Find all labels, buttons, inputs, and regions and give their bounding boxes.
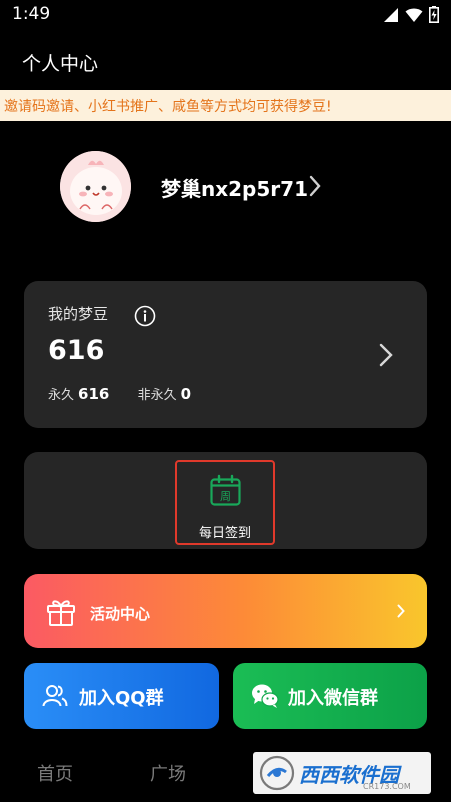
wechat-icon	[252, 684, 279, 708]
info-icon[interactable]	[134, 305, 156, 327]
activity-center-button[interactable]: 活动中心	[24, 574, 427, 648]
join-qq-group-button[interactable]: 加入QQ群	[24, 663, 219, 729]
points-chevron-right-icon[interactable]	[379, 342, 393, 368]
points-label: 我的梦豆	[48, 305, 109, 323]
watermark-site: CR173.COM	[363, 782, 411, 791]
gift-icon	[47, 600, 75, 626]
calendar-icon: 周	[210, 474, 241, 506]
points-breakdown: 永久 616 非永久 0	[48, 384, 191, 403]
page-title: 个人中心	[22, 53, 99, 75]
watermark-mark-icon	[259, 755, 295, 791]
avatar[interactable]	[60, 151, 131, 222]
points-card[interactable]: 我的梦豆 616 永久 616 非永久 0	[24, 281, 427, 428]
temporary-value: 0	[180, 385, 192, 403]
status-bar: 1:49	[0, 0, 451, 30]
wifi-icon	[405, 8, 423, 22]
join-wechat-group-button[interactable]: 加入微信群	[233, 663, 427, 729]
checkin-card: 周 每日签到	[24, 452, 427, 549]
watermark-logo: 西西软件园 CR173.COM	[253, 752, 431, 794]
daily-checkin-button[interactable]: 周 每日签到	[175, 460, 275, 545]
nav-item-home[interactable]: 首页	[37, 760, 73, 786]
points-total: 616	[48, 335, 105, 366]
checkin-label: 每日签到	[198, 526, 251, 541]
activity-center-label: 活动中心	[90, 605, 151, 623]
permanent-label: 永久	[48, 388, 75, 403]
battery-icon	[429, 6, 439, 23]
profile-chevron-right-icon[interactable]	[309, 174, 321, 198]
join-wechat-label: 加入微信群	[288, 688, 378, 709]
username[interactable]: 梦巢nx2p5r71	[161, 173, 308, 202]
avatar-illustration-icon	[60, 151, 131, 222]
temporary-label: 非永久	[137, 388, 177, 403]
calendar-icon-text: 周	[220, 490, 231, 503]
promo-text: 邀请码邀请、小红书推广、咸鱼等方式均可获得梦豆!	[4, 99, 332, 115]
status-time: 1:49	[12, 4, 51, 24]
permanent-value: 616	[78, 385, 110, 403]
signal-icon	[384, 7, 398, 22]
join-qq-label: 加入QQ群	[79, 688, 164, 709]
activity-chevron-right-icon	[397, 604, 405, 618]
status-icons	[383, 6, 439, 23]
nav-item-square[interactable]: 广场	[150, 760, 186, 786]
users-icon	[42, 685, 68, 707]
promo-banner: 邀请码邀请、小红书推广、咸鱼等方式均可获得梦豆!	[0, 90, 451, 121]
